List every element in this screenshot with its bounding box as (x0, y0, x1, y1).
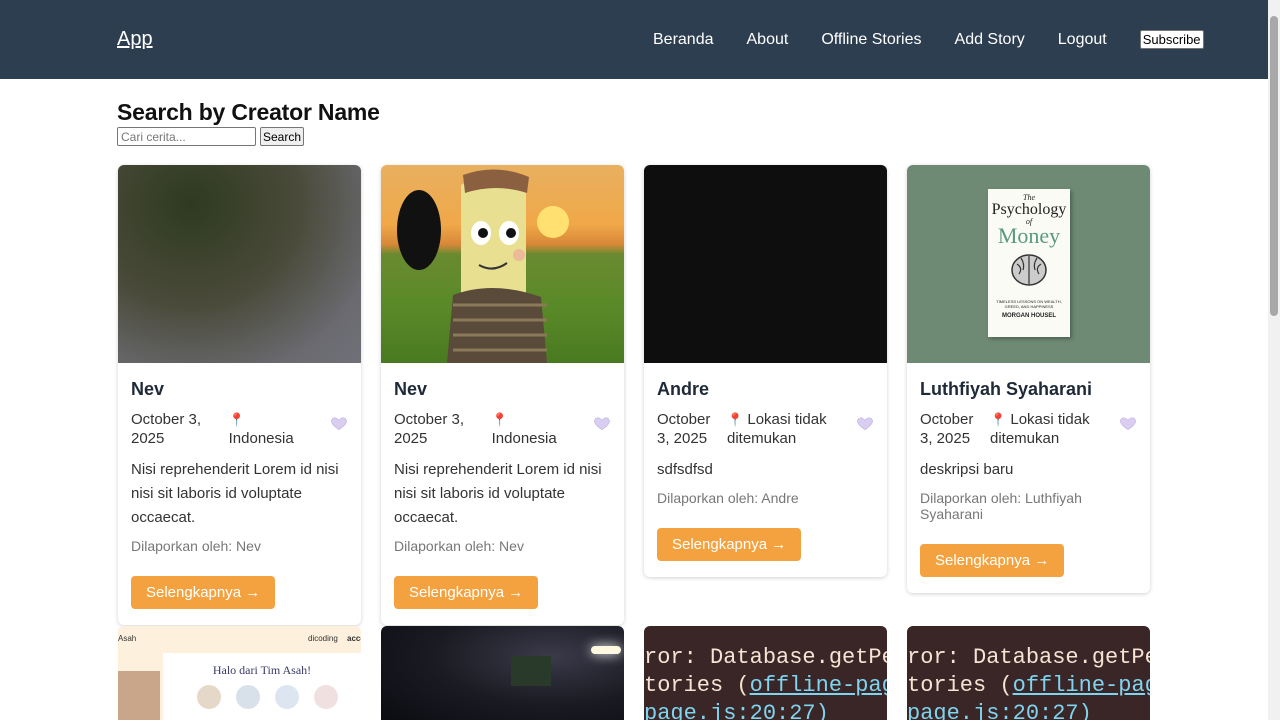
story-location: 📍 Lokasi tidak ditemukan (990, 410, 1115, 448)
story-image: ror: Database.getPendin tories (offline-… (644, 626, 887, 720)
story-reporter: Dilaporkan oleh: Andre (657, 490, 799, 506)
story-image (118, 165, 361, 363)
story-description: sdfsdfsd (657, 461, 713, 478)
nav-links: Beranda About Offline Stories Add Story … (653, 30, 1204, 49)
error-log-text: ror: Database.getPendin tories (offline-… (907, 644, 1150, 720)
book-author: MORGAN HOUSEL (1002, 313, 1056, 319)
code-line: ror: Database.getPendin (644, 645, 887, 670)
story-date: October 3, 2025 (131, 411, 202, 447)
code-line: page.js:20:27) (644, 701, 829, 720)
story-description: Nisi reprehenderit Lorem id nisi nisi si… (131, 461, 339, 526)
truck-shape (511, 656, 551, 686)
story-meta: October 3, 2025 📍 Lokasi tidak ditemukan (920, 410, 1137, 448)
heart-icon[interactable] (1119, 414, 1137, 432)
code-link: offline-page-p (1012, 673, 1150, 698)
brain-icon (1011, 254, 1047, 286)
nav-link-about[interactable]: About (747, 31, 789, 49)
code-line: ror: Database.getPendin (907, 645, 1150, 670)
book-title-line: Psychology (991, 201, 1067, 218)
avatar (314, 685, 338, 709)
story-image: ror: Database.getPendin tories (offline-… (907, 626, 1150, 720)
story-card: The Psychology of Money TIMELESS LESSONS… (907, 165, 1150, 593)
nav-link-add-story[interactable]: Add Story (955, 31, 1025, 49)
nav-link-logout[interactable]: Logout (1058, 31, 1107, 49)
read-more-button[interactable]: Selengkapnya → (920, 544, 1065, 577)
story-author: Nev (131, 379, 165, 399)
map-pin-icon: 📍 (990, 412, 1007, 427)
story-reporter: Dilaporkan oleh: Nev (394, 538, 524, 554)
code-link: offline-page-p (749, 673, 887, 698)
search-heading: Search by Creator Name (117, 99, 380, 125)
story-location-text: Indonesia (491, 430, 557, 447)
page-scrollbar[interactable] (1268, 0, 1280, 720)
error-log-text: ror: Database.getPendin tories (offline-… (644, 644, 887, 720)
cartoon-dog-illustration (397, 169, 569, 363)
story-meta: October 3, 2025 📍 Indonesia (131, 410, 348, 448)
avatar (197, 685, 221, 709)
story-card: Nev October 3, 2025 📍 Indonesia Nisi rep… (118, 165, 361, 625)
asah-logo-text: Asah (118, 634, 137, 643)
read-more-button[interactable]: Selengkapnya → (394, 576, 539, 609)
story-meta: October 3, 2025 📍 Indonesia (394, 410, 611, 448)
code-line: page.js:20:27) (907, 701, 1092, 720)
story-location-text: Indonesia (228, 430, 294, 447)
story-location: 📍 Indonesia (229, 410, 330, 448)
map-pin-icon: 📍 (491, 412, 508, 427)
book-title-line: Money (997, 223, 1061, 248)
story-image (644, 165, 887, 363)
story-meta: October 3, 2025 📍 Lokasi tidak ditemukan (657, 410, 874, 448)
search-button[interactable]: Search (260, 127, 305, 146)
person-photo (118, 671, 160, 720)
book-cover: The Psychology of Money TIMELESS LESSONS… (988, 189, 1070, 337)
search-input[interactable] (117, 127, 256, 146)
read-more-button[interactable]: Selengkapnya → (131, 576, 276, 609)
dicoding-logo-text: dicoding (308, 634, 338, 643)
story-image (381, 165, 624, 363)
code-segment: tories ( (644, 673, 750, 698)
nav-link-offline-stories[interactable]: Offline Stories (821, 31, 921, 49)
greeting-text: Halo dari Tim Asah! (212, 663, 312, 677)
nav-link-beranda[interactable]: Beranda (653, 31, 714, 49)
heart-icon[interactable] (593, 414, 611, 432)
read-more-button[interactable]: Selengkapnya → (657, 528, 802, 561)
story-description: Nisi reprehenderit Lorem id nisi nisi si… (394, 461, 602, 526)
story-location: 📍 Lokasi tidak ditemukan (727, 410, 852, 448)
navbar: App Beranda About Offline Stories Add St… (0, 0, 1268, 79)
story-author: Luthfiyah Syaharani (920, 379, 1093, 399)
header-text: acce (347, 634, 361, 643)
greeting-panel: Halo dari Tim Asah! (163, 653, 361, 720)
story-date: October 3, 2025 (920, 411, 974, 447)
code-segment: tories ( (907, 673, 1013, 698)
story-card: Andre October 3, 2025 📍 Lokasi tidak dit… (644, 165, 887, 577)
heart-icon[interactable] (856, 414, 874, 432)
story-image: Asah dicoding acce Halo dari Tim Asah! (118, 626, 361, 720)
story-reporter: Dilaporkan oleh: Luthfiyah Syaharani (920, 490, 1082, 522)
story-author: Nev (394, 379, 428, 399)
story-date: October 3, 2025 (657, 411, 711, 447)
story-reporter: Dilaporkan oleh: Nev (131, 538, 261, 554)
story-description: deskripsi baru (920, 461, 1014, 478)
heart-icon[interactable] (330, 414, 348, 432)
story-date: October 3, 2025 (394, 411, 465, 447)
book-subtitle: TIMELESS LESSONS ON WEALTH, GREED, AND H… (996, 299, 1062, 309)
subscribe-button[interactable]: Subscribe (1139, 30, 1204, 49)
story-location: 📍 Indonesia (492, 410, 593, 448)
avatar (275, 685, 299, 709)
map-pin-icon: 📍 (727, 412, 744, 427)
headlight (591, 646, 621, 654)
story-image: The Psychology of Money TIMELESS LESSONS… (907, 165, 1150, 363)
code-line: tories (offline-page-p (644, 672, 887, 700)
code-line: tories (offline-page-p (907, 672, 1150, 700)
map-pin-icon: 📍 (228, 412, 245, 427)
brand-link[interactable]: App (117, 28, 153, 51)
scrollbar-thumb[interactable] (1270, 16, 1278, 316)
story-card: Nev October 3, 2025 📍 Indonesia Nisi rep… (381, 165, 624, 625)
story-author: Andre (657, 379, 710, 399)
story-image (381, 626, 624, 720)
avatar (236, 685, 260, 709)
